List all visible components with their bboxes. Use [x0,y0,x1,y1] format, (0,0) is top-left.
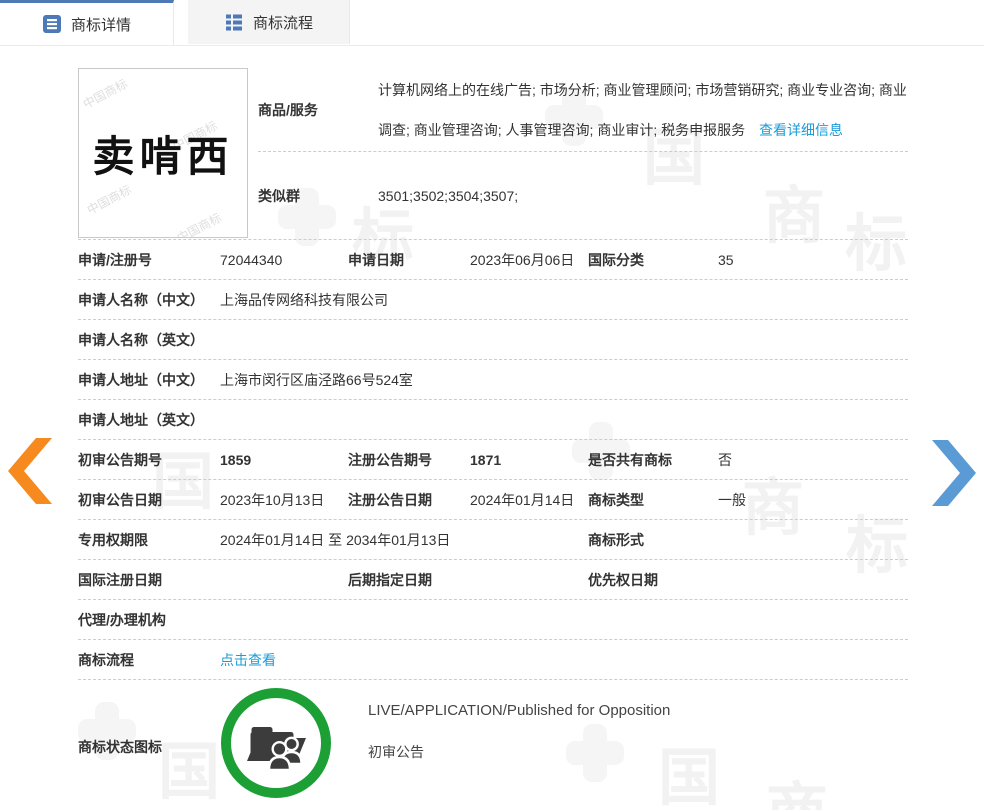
table-row-registration: 申请/注册号 72044340 申请日期 2023年06月06日 国际分类 35 [78,240,908,280]
goods-services-value: 计算机网络上的在线广告; 市场分析; 商业管理顾问; 市场营销研究; 商业专业咨… [378,70,908,150]
field-label: 商标类型 [588,490,644,510]
view-details-link[interactable]: 查看详细信息 [759,122,843,138]
similar-group-row: 类似群 3501;3502;3504;3507; [258,152,908,239]
trademark-detail-page: 国 商 标 标 国 商 标 国 国 商 商标详情 [0,0,984,810]
field-label: 后期指定日期 [348,570,432,590]
field-label: 申请人地址（中文） [78,370,204,390]
table-row-agent: 代理/办理机构 [78,600,908,640]
field-label: 代理/办理机构 [78,610,166,630]
similar-group-value: 3501;3502;3504;3507; [378,176,908,216]
preliminary-gazette-number: 1859 [220,452,251,468]
applicant-name-cn: 上海品传网络科技有限公司 [220,290,388,310]
field-label: 优先权日期 [588,570,658,590]
field-label: 申请/注册号 [78,250,152,270]
field-label: 申请人名称（英文） [78,330,204,350]
folder-people-badge-icon [218,685,334,801]
application-number: 72044340 [220,252,282,268]
goods-services-block: 商品/服务 计算机网络上的在线广告; 市场分析; 商业管理顾问; 市场营销研究;… [258,68,908,239]
similar-group-label: 类似群 [258,186,378,206]
table-row-applicant-name-en: 申请人名称（英文） [78,320,908,360]
field-label: 专用权期限 [78,530,148,550]
table-row-gazette-dates: 初审公告日期 2023年10月13日 注册公告日期 2024年01月14日 商标… [78,480,908,520]
applicant-address-cn: 上海市闵行区庙泾路66号524室 [220,370,413,390]
field-label: 国际分类 [588,250,644,270]
trademark-image[interactable]: 中国商标 中国商标 中国商标 中国商标 卖啃西 [78,68,248,238]
tab-label: 商标流程 [253,12,313,33]
click-to-view-link[interactable]: 点击查看 [220,652,276,668]
chevron-right-icon [932,440,976,506]
table-row-applicant-address-en: 申请人地址（英文） [78,400,908,440]
field-label: 是否共有商标 [588,450,672,470]
table-row-international-dates: 国际注册日期 后期指定日期 优先权日期 [78,560,908,600]
process-list-icon [224,12,244,32]
tab-label: 商标详情 [71,14,131,35]
detail-list-icon [42,14,62,34]
goods-services-row: 商品/服务 计算机网络上的在线广告; 市场分析; 商业管理顾问; 市场营销研究;… [258,68,908,152]
field-label: 商标流程 [78,650,134,670]
registration-gazette-number: 1871 [470,452,501,468]
tab-trademark-detail[interactable]: 商标详情 [0,0,174,45]
field-label: 申请人地址（英文） [78,410,204,430]
field-label: 申请日期 [348,250,404,270]
application-date: 2023年06月06日 [470,250,574,270]
next-record-arrow[interactable] [932,440,976,506]
validity-period: 2024年01月14日 至 2034年01月13日 [220,530,450,550]
registration-gazette-date: 2024年01月14日 [470,490,574,510]
goods-services-label: 商品/服务 [258,100,378,120]
trademark-summary-section: 中国商标 中国商标 中国商标 中国商标 卖啃西 商品/服务 计算机网络上的在线广… [78,68,908,240]
status-line-english: LIVE/APPLICATION/Published for Oppositio… [368,702,670,719]
status-line-chinese: 初审公告 [368,742,424,762]
field-label: 申请人名称（中文） [78,290,204,310]
table-row-applicant-name-cn: 申请人名称（中文） 上海品传网络科技有限公司 [78,280,908,320]
status-icon-label: 商标状态图标 [78,737,162,757]
tab-trademark-process[interactable]: 商标流程 [188,0,350,44]
field-label: 初审公告日期 [78,490,162,510]
field-label: 注册公告日期 [348,490,432,510]
field-label: 初审公告期号 [78,450,162,470]
international-class: 35 [718,252,734,268]
trademark-detail-table: 申请/注册号 72044340 申请日期 2023年06月06日 国际分类 35… [78,240,908,810]
tab-bar: 商标详情 商标流程 [0,0,984,46]
table-row-status: 商标状态图标 [78,680,908,810]
field-label: 国际注册日期 [78,570,162,590]
table-row-trademark-flow: 商标流程 点击查看 [78,640,908,680]
table-row-applicant-address-cn: 申请人地址（中文） 上海市闵行区庙泾路66号524室 [78,360,908,400]
preliminary-gazette-date: 2023年10月13日 [220,490,324,510]
chevron-left-icon [8,438,52,504]
table-row-gazette-numbers: 初审公告期号 1859 注册公告期号 1871 是否共有商标 否 [78,440,908,480]
table-row-validity-period: 专用权期限 2024年01月14日 至 2034年01月13日 商标形式 [78,520,908,560]
trademark-name-text: 卖啃西 [79,69,247,237]
trademark-status-icon [218,685,334,804]
shared-trademark-flag: 否 [718,450,732,470]
trademark-type: 一般 [718,490,746,510]
field-label: 商标形式 [588,530,644,550]
previous-record-arrow[interactable] [8,438,52,504]
field-label: 注册公告期号 [348,450,432,470]
